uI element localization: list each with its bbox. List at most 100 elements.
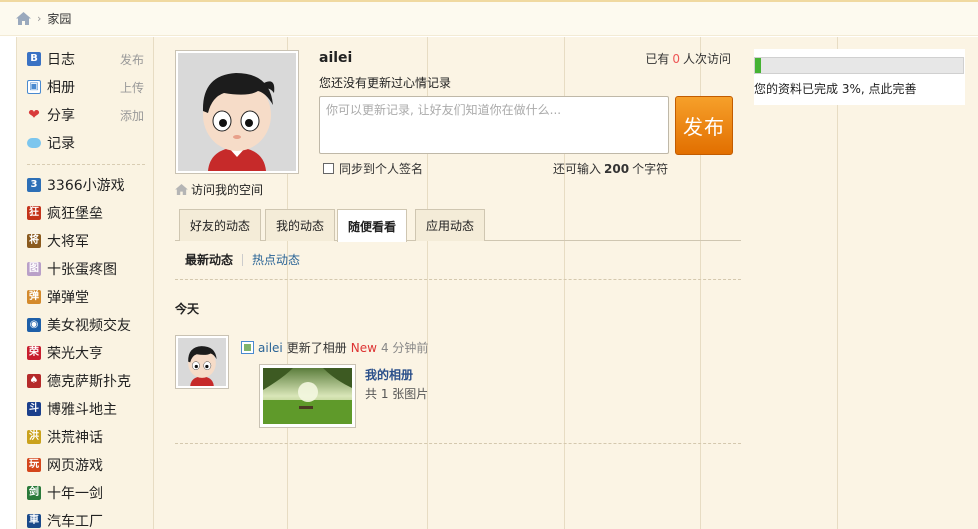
sidebar-app-item[interactable]: ♠ 德克萨斯扑克 — [17, 369, 154, 393]
general-icon: 将 — [27, 234, 41, 248]
profile-completion-panel: 您的资料已完成 3%, 点此完善 — [754, 37, 978, 529]
breadcrumb-current[interactable]: 家园 — [47, 10, 71, 27]
sync-signature-option[interactable]: 同步到个人签名 — [323, 160, 423, 177]
sidebar-app-label[interactable]: 弹弹堂 — [47, 287, 89, 307]
sync-signature-checkbox[interactable] — [323, 163, 334, 174]
sidebar-app-item[interactable]: 車汽车工厂 — [17, 509, 154, 529]
visit-counter: 已有 0 人次访问 — [645, 50, 731, 67]
sidebar-app-label[interactable]: 大将军 — [47, 231, 89, 251]
sidebar-app-label[interactable]: 博雅斗地主 — [47, 399, 117, 419]
feed-divider — [175, 443, 741, 444]
sidebar-app-label[interactable]: 网页游戏 — [47, 455, 103, 475]
home-icon[interactable] — [16, 12, 31, 25]
sidebar-app-item[interactable]: 斗博雅斗地主 — [17, 397, 154, 421]
tab-browse[interactable]: 随便看看 — [337, 209, 408, 242]
album-title-link[interactable]: 我的相册 — [365, 366, 413, 383]
sidebar-item-label[interactable]: 日志 — [47, 49, 75, 69]
album-icon — [241, 341, 254, 354]
sidebar-app-label[interactable]: 3366小游戏 — [47, 175, 125, 195]
feed-day-heading: 今天 — [175, 302, 200, 316]
sidebar-item-blog[interactable]: B 日志 发布 — [17, 47, 154, 71]
breadcrumb-separator: › — [37, 12, 42, 25]
home-icon — [175, 184, 188, 195]
share-add-link[interactable]: 添加 — [120, 107, 144, 124]
blog-icon: B — [27, 52, 41, 66]
visit-my-space-link[interactable]: 访问我的空间 — [175, 181, 263, 198]
breadcrumb: › 家园 — [0, 2, 978, 36]
sidebar-item-album[interactable]: ▣ 相册 上传 — [17, 75, 154, 99]
landscape-photo — [263, 368, 352, 424]
album-icon: ▣ — [27, 80, 41, 94]
sidebar-app-item[interactable]: 3 3366小游戏 — [17, 173, 154, 197]
sidebar-app-label[interactable]: 美女视频交友 — [47, 315, 131, 335]
sidebar-app-label[interactable]: 德克萨斯扑克 — [47, 371, 131, 391]
subtab-hot[interactable]: 热点动态 — [252, 251, 300, 268]
profile-avatar[interactable] — [175, 50, 299, 174]
album-thumbnail[interactable] — [259, 364, 356, 428]
sidebar-divider — [27, 164, 145, 165]
sidebar-app-item[interactable]: 图十张蛋疼图 — [17, 257, 154, 281]
sidebar-app-item[interactable]: 将大将军 — [17, 229, 154, 253]
completion-progress-fill — [755, 58, 762, 73]
speech-bubble-icon — [27, 138, 41, 148]
sidebar-app-label[interactable]: 十年一剑 — [47, 483, 103, 503]
mood-status-text: 您还没有更新过心情记录 — [319, 76, 452, 90]
crazy-fort-icon: 狂 — [27, 206, 41, 220]
tab-friends-feed[interactable]: 好友的动态 — [179, 209, 262, 241]
sidebar-item-label[interactable]: 记录 — [47, 133, 75, 153]
char-counter: 还可输入 200 个字符 — [553, 160, 668, 177]
sidebar-app-item[interactable]: 狂疯狂堡垒 — [17, 201, 154, 225]
sidebar-app-label[interactable]: 十张蛋疼图 — [47, 259, 117, 279]
sidebar-app-item[interactable]: 洪洪荒神话 — [17, 425, 154, 449]
sidebar-app-item[interactable]: 荣荣光大亨 — [17, 341, 154, 365]
feed-entry-line: ailei 更新了相册 New 4 分钟前 — [241, 339, 428, 356]
feed-timestamp: 4 分钟前 — [380, 341, 429, 355]
sidebar-app-item[interactable]: 玩网页游戏 — [17, 453, 154, 477]
completion-link[interactable]: 您的资料已完成 3%, 点此完善 — [754, 82, 916, 96]
publish-button[interactable]: 发布 — [675, 96, 733, 155]
sidebar-app-label[interactable]: 汽车工厂 — [47, 511, 103, 529]
feed-user-link[interactable]: ailei — [258, 341, 283, 355]
album-photo-count: 共 1 张图片 — [365, 387, 429, 401]
sidebar-item-record[interactable]: 记录 — [17, 131, 154, 155]
webgame-icon: 玩 — [27, 458, 41, 472]
cartoon-avatar-image — [178, 338, 226, 386]
sidebar-item-share[interactable]: ❤ 分享 添加 — [17, 103, 154, 127]
tab-my-feed[interactable]: 我的动态 — [265, 209, 336, 241]
visits-prefix: 已有 — [645, 52, 670, 66]
blog-publish-link[interactable]: 发布 — [120, 51, 144, 68]
sidebar-app-label[interactable]: 疯狂堡垒 — [47, 203, 103, 223]
poker-icon: ♠ — [27, 374, 41, 388]
sync-signature-label: 同步到个人签名 — [339, 162, 424, 176]
visit-my-space-label[interactable]: 访问我的空间 — [191, 181, 263, 198]
sidebar-app-item[interactable]: ◉ 美女视频交友 — [17, 313, 154, 337]
tab-app-feed[interactable]: 应用动态 — [415, 209, 486, 241]
myth-icon: 洪 — [27, 430, 41, 444]
chars-suffix: 个字符 — [632, 162, 669, 176]
feed-user-avatar[interactable] — [175, 335, 229, 389]
completion-text[interactable]: 您的资料已完成 3%, 点此完善 — [754, 80, 916, 97]
sidebar-app-label[interactable]: 荣光大亨 — [47, 343, 103, 363]
chars-count: 200 — [604, 162, 630, 176]
game-3366-icon: 3 — [27, 178, 41, 192]
doudizhu-icon: 斗 — [27, 402, 41, 416]
visits-count: 0 — [672, 52, 680, 66]
cartoon-avatar-image — [178, 53, 296, 171]
ten-pics-icon: 图 — [27, 262, 41, 276]
ddtank-icon: 弹 — [27, 290, 41, 304]
status-input[interactable]: 你可以更新记录, 让好友们知道你在做什么... — [319, 96, 669, 154]
sidebar-app-item[interactable]: 剑十年一剑 — [17, 481, 154, 505]
sidebar-item-label[interactable]: 相册 — [47, 77, 75, 97]
sidebar-app-label[interactable]: 洪荒神话 — [47, 427, 103, 447]
feed-action-text: 更新了相册 — [286, 341, 347, 355]
sword-icon: 剑 — [27, 486, 41, 500]
car-factory-icon: 車 — [27, 514, 41, 528]
album-upload-link[interactable]: 上传 — [120, 79, 144, 96]
completion-progress-bar — [754, 57, 964, 74]
sidebar-item-label[interactable]: 分享 — [47, 105, 75, 125]
subtab-latest[interactable]: 最新动态 — [185, 251, 233, 268]
chars-prefix: 还可输入 — [553, 162, 602, 176]
profile-username[interactable]: ailei — [319, 50, 352, 66]
sidebar-app-item[interactable]: 弹弹弹堂 — [17, 285, 154, 309]
subtab-separator — [242, 253, 244, 266]
